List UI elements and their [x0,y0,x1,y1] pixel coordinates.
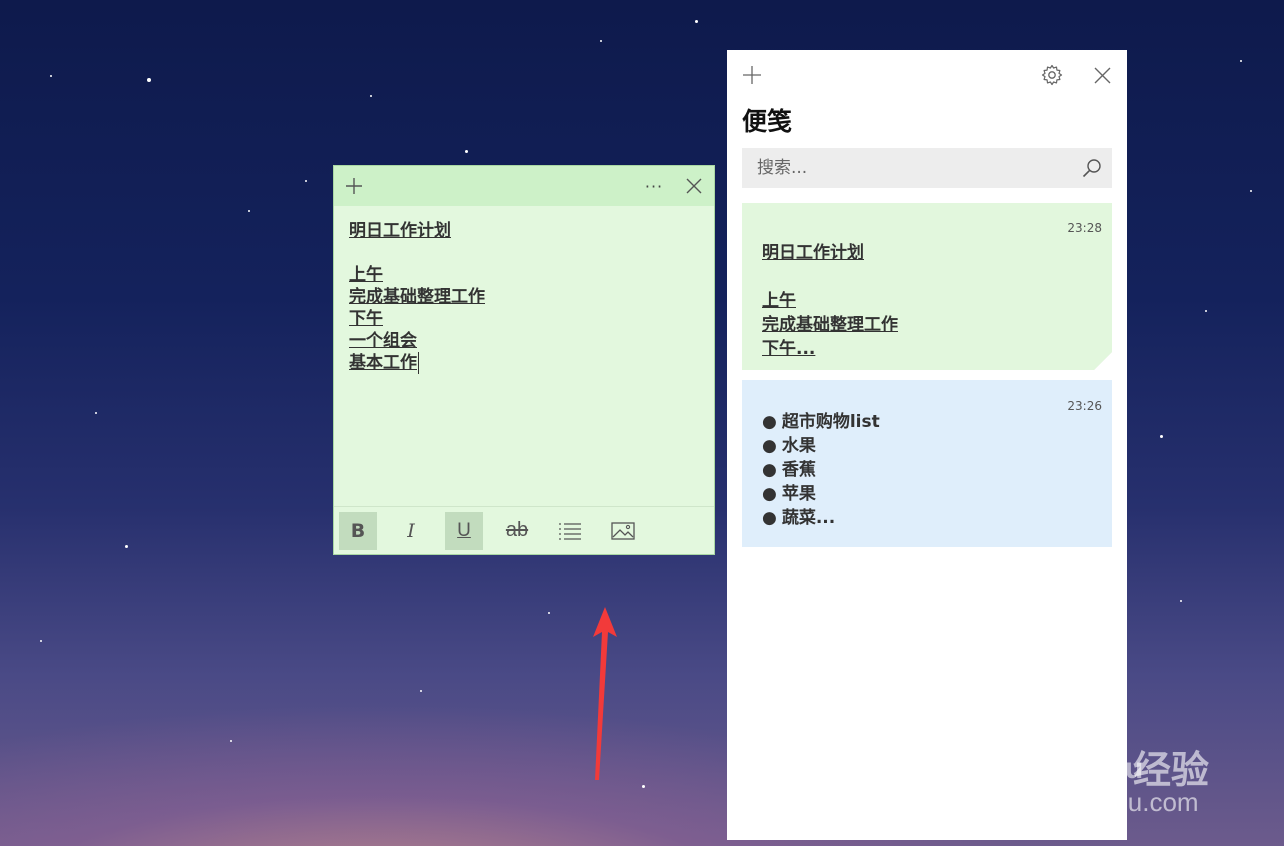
note-titlebar[interactable]: ··· [334,166,714,206]
note-card-bullet-line: ● 超市购物list [762,410,1092,434]
bullet-icon: ● [762,436,777,456]
close-icon [686,178,702,194]
underline-button[interactable]: U [445,511,483,550]
star [370,95,372,97]
star [465,150,468,153]
note-line: 完成基础整理工作 [349,287,485,307]
close-panel-button[interactable] [1082,55,1122,95]
watermark-url: jingyan.baidu.com [989,787,1199,817]
star [548,612,550,614]
star [95,412,97,414]
note-card-blank [762,265,1092,289]
search-input[interactable] [742,148,1067,188]
note-line-cursor: 基本工作 [349,352,419,374]
note-line: 上午 [349,265,383,285]
star [1240,60,1242,62]
note-line-blank [349,242,699,264]
close-note-button[interactable] [674,166,714,206]
watermark-cn: 经验 [1133,748,1210,792]
page-fold-corner [1094,352,1112,370]
sticky-note-window[interactable]: ··· 明日工作计划 上午 完成基础整理工作 下午 一个组会 基本工作 B I … [333,165,715,555]
note-card-line: 下午... [762,339,816,359]
italic-button[interactable]: I [392,512,430,550]
star [695,20,698,23]
insert-image-button[interactable] [604,512,642,550]
panel-title: 便笺 [742,107,793,136]
image-icon [611,521,635,540]
note-timestamp: 23:26 [1067,399,1102,413]
star [420,690,422,692]
note-timestamp: 23:28 [1067,221,1102,235]
new-note-button[interactable] [732,55,772,95]
bullet-icon: ● [762,412,777,432]
star [305,180,307,182]
note-card-line: 明日工作计划 [762,243,864,263]
red-arrow-annotation [593,607,617,780]
format-toolbar: B I U ab [334,506,714,554]
star [40,640,42,642]
watermark-brand: Bai du [985,736,1144,788]
star [1180,600,1182,602]
note-card-text: 超市购物list [781,412,880,432]
star [600,40,602,42]
star [1160,435,1163,438]
bullet-icon: ● [762,460,777,480]
new-note-button[interactable] [334,166,374,206]
note-card-bullet-line: ● 蔬菜... [762,506,1092,530]
more-icon: ··· [644,176,664,196]
note-card-text: 香蕉 [781,460,816,480]
note-card[interactable]: 23:26 ● 超市购物list ● 水果 ● 香蕉 ● 苹果 ● 蔬菜... [742,380,1112,547]
plus-icon [346,178,362,194]
star [1205,310,1207,312]
note-card-line: 完成基础整理工作 [762,315,898,335]
note-card-bullet-line: ● 苹果 [762,482,1092,506]
bullet-list-button[interactable] [551,512,589,550]
more-options-button[interactable]: ··· [634,166,674,206]
bullet-icon: ● [762,508,777,528]
bullet-icon: ● [762,484,777,504]
note-card-line: 上午 [762,291,796,311]
bold-button[interactable]: B [339,511,377,550]
note-card-bullet-line: ● 水果 [762,434,1092,458]
note-card-text: 苹果 [781,484,816,504]
search-icon[interactable] [1082,158,1102,178]
strikethrough-button[interactable]: ab [498,512,536,550]
settings-button[interactable] [1032,55,1072,95]
list-icon [559,522,581,540]
close-icon [1094,67,1110,83]
star [50,75,52,77]
note-text-area[interactable]: 明日工作计划 上午 完成基础整理工作 下午 一个组会 基本工作 [334,206,714,388]
star [125,545,128,548]
note-line: 一个组会 [349,331,417,351]
star [642,785,645,788]
note-card-text: 蔬菜... [781,508,836,528]
note-line: 下午 [349,309,383,329]
star [230,740,232,742]
search-box[interactable] [742,148,1112,188]
star [248,210,250,212]
gear-icon [1041,64,1063,86]
star [1250,190,1252,192]
star [147,78,151,82]
note-card-text: 水果 [781,436,816,456]
note-card-bullet-line: ● 香蕉 [762,458,1092,482]
plus-icon [743,66,761,84]
note-line-title: 明日工作计划 [349,221,451,241]
note-card[interactable]: 23:28 明日工作计划 上午 完成基础整理工作 下午... [742,203,1112,370]
